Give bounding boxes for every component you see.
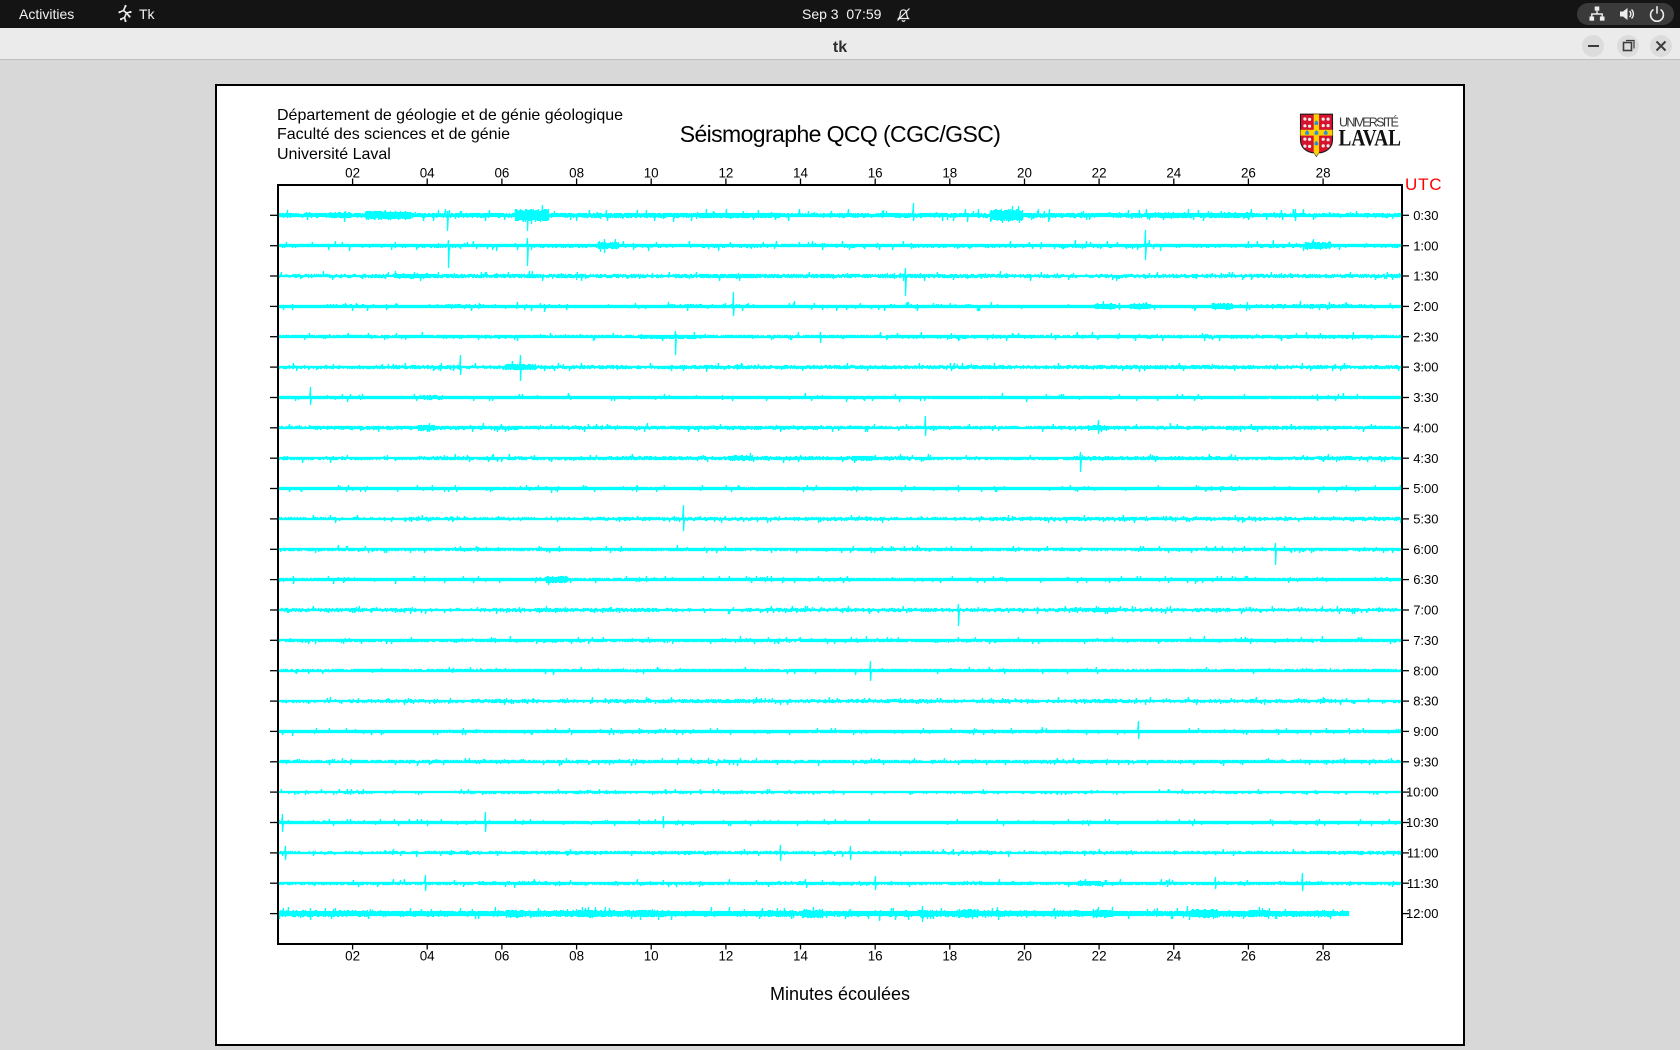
svg-text:24: 24 bbox=[1166, 949, 1181, 964]
svg-text:22: 22 bbox=[1092, 166, 1107, 181]
svg-text:20: 20 bbox=[1017, 166, 1032, 181]
svg-text:2:30: 2:30 bbox=[1413, 329, 1438, 344]
svg-text:12:00: 12:00 bbox=[1406, 906, 1439, 921]
svg-text:5:30: 5:30 bbox=[1413, 512, 1438, 527]
svg-text:8:00: 8:00 bbox=[1413, 663, 1438, 678]
svg-text:10: 10 bbox=[644, 166, 659, 181]
svg-text:9:30: 9:30 bbox=[1413, 754, 1438, 769]
svg-text:4:30: 4:30 bbox=[1413, 451, 1438, 466]
svg-text:3:00: 3:00 bbox=[1413, 360, 1438, 375]
svg-text:3:30: 3:30 bbox=[1413, 390, 1438, 405]
svg-text:24: 24 bbox=[1166, 166, 1181, 181]
svg-text:6:30: 6:30 bbox=[1413, 572, 1438, 587]
svg-text:02: 02 bbox=[345, 949, 360, 964]
svg-text:10: 10 bbox=[644, 949, 659, 964]
svg-text:1:30: 1:30 bbox=[1413, 269, 1438, 284]
svg-text:0:30: 0:30 bbox=[1413, 208, 1438, 223]
svg-text:08: 08 bbox=[569, 949, 584, 964]
svg-text:18: 18 bbox=[942, 949, 957, 964]
svg-text:26: 26 bbox=[1241, 166, 1256, 181]
svg-text:1:00: 1:00 bbox=[1413, 238, 1438, 253]
svg-text:28: 28 bbox=[1316, 166, 1331, 181]
svg-text:12: 12 bbox=[718, 949, 733, 964]
svg-text:10:00: 10:00 bbox=[1406, 785, 1439, 800]
svg-text:20: 20 bbox=[1017, 949, 1032, 964]
svg-text:5:00: 5:00 bbox=[1413, 481, 1438, 496]
svg-text:06: 06 bbox=[494, 166, 509, 181]
svg-text:UTC: UTC bbox=[1405, 175, 1442, 194]
svg-text:14: 14 bbox=[793, 949, 808, 964]
svg-text:22: 22 bbox=[1092, 949, 1107, 964]
svg-text:7:30: 7:30 bbox=[1413, 633, 1438, 648]
svg-text:4:00: 4:00 bbox=[1413, 420, 1438, 435]
svg-text:06: 06 bbox=[494, 949, 509, 964]
svg-text:6:00: 6:00 bbox=[1413, 542, 1438, 557]
svg-text:8:30: 8:30 bbox=[1413, 694, 1438, 709]
svg-text:08: 08 bbox=[569, 166, 584, 181]
svg-text:16: 16 bbox=[868, 949, 883, 964]
svg-text:16: 16 bbox=[868, 166, 883, 181]
svg-text:10:30: 10:30 bbox=[1406, 815, 1439, 830]
svg-text:7:00: 7:00 bbox=[1413, 603, 1438, 618]
svg-text:11:00: 11:00 bbox=[1407, 846, 1439, 861]
svg-text:9:00: 9:00 bbox=[1413, 724, 1438, 739]
svg-text:14: 14 bbox=[793, 166, 808, 181]
svg-text:11:30: 11:30 bbox=[1407, 876, 1439, 891]
svg-text:02: 02 bbox=[345, 166, 360, 181]
svg-text:12: 12 bbox=[718, 166, 733, 181]
svg-text:18: 18 bbox=[942, 166, 957, 181]
svg-text:2:00: 2:00 bbox=[1413, 299, 1438, 314]
svg-text:04: 04 bbox=[420, 949, 435, 964]
svg-text:26: 26 bbox=[1241, 949, 1256, 964]
svg-text:28: 28 bbox=[1316, 949, 1331, 964]
svg-text:04: 04 bbox=[420, 166, 435, 181]
